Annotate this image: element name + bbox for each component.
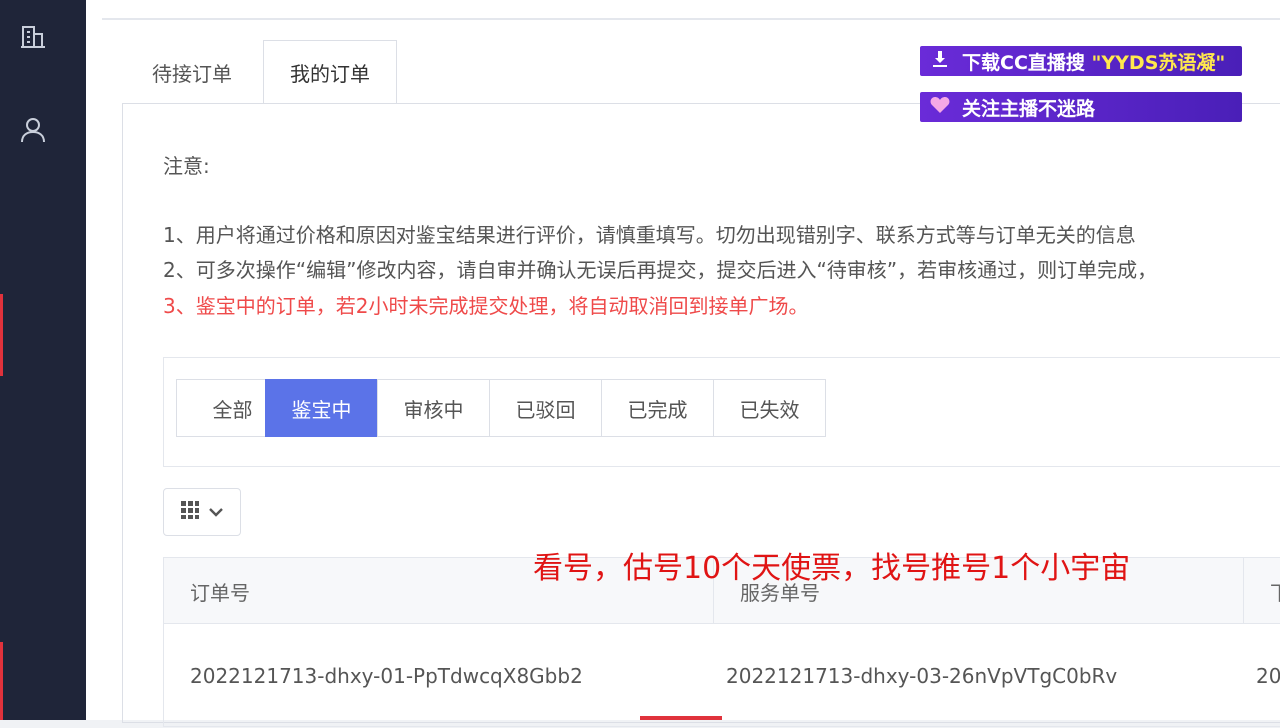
notice-title: 注意:: [163, 154, 210, 178]
status-filter-box: 全部 鉴宝中 审核中 已驳回 已完成 已失效: [163, 357, 1280, 467]
table-cell-service-no: 2022121713-dhxy-03-26nVpVTgC0bRv: [726, 664, 1118, 688]
column-header-order-time[interactable]: 下: [1244, 558, 1280, 624]
tab-my-orders[interactable]: 我的订单: [263, 40, 397, 104]
filter-reviewing-button[interactable]: 审核中: [377, 379, 490, 437]
chevron-down-icon: [208, 503, 224, 522]
user-icon[interactable]: [20, 116, 48, 144]
stream-caption-overlay: 看号，估号10个天使票，找号推号1个小宇宙: [533, 551, 1131, 586]
promo-banner-follow: 关注主播不迷路: [920, 92, 1242, 122]
table-cell-order-no: 2022121713-dhxy-01-PpTdwcqX8Gbb2: [190, 664, 583, 688]
sidebar: [0, 0, 86, 720]
sidebar-accent-mark: [0, 294, 3, 376]
notice-line-2: 2、可多次操作“编辑”修改内容，请自审并确认无误后再提交，提交后进入“待审核”，…: [163, 258, 1158, 282]
building-icon[interactable]: [20, 24, 48, 52]
column-settings-button[interactable]: [163, 488, 241, 536]
header-divider: [102, 18, 1280, 20]
taskbar-accent: [640, 716, 722, 720]
filter-rejected-button[interactable]: 已驳回: [489, 379, 602, 437]
filter-completed-button[interactable]: 已完成: [601, 379, 714, 437]
heart-icon: [930, 96, 950, 119]
promo-streamer-name: "YYDS苏语凝": [1091, 51, 1226, 74]
table-cell-order-time: 20: [1256, 664, 1280, 688]
notice-line-1: 1、用户将通过价格和原因对鉴宝结果进行评价，请慎重填写。切勿出现错别字、联系方式…: [163, 223, 1136, 247]
grid-icon: [180, 500, 200, 524]
filter-expired-button[interactable]: 已失效: [713, 379, 826, 437]
promo-follow-text: 关注主播不迷路: [962, 97, 1096, 120]
filter-appraising-button[interactable]: 鉴宝中: [265, 379, 378, 437]
tab-pending-orders[interactable]: 待接订单: [122, 40, 262, 104]
promo-download-text: 下载CC直播搜: [962, 51, 1085, 74]
orders-panel: 注意: 1、用户将通过价格和原因对鉴宝结果进行评价，请慎重填写。切勿出现错别字、…: [122, 103, 1280, 727]
promo-banner-download: 下载CC直播搜 "YYDS苏语凝": [920, 46, 1242, 76]
sidebar-accent-mark: [0, 642, 3, 720]
download-icon: [930, 49, 950, 74]
notice-line-3-warning: 3、鉴宝中的订单，若2小时未完成提交处理，将自动取消回到接单广场。: [163, 294, 809, 318]
